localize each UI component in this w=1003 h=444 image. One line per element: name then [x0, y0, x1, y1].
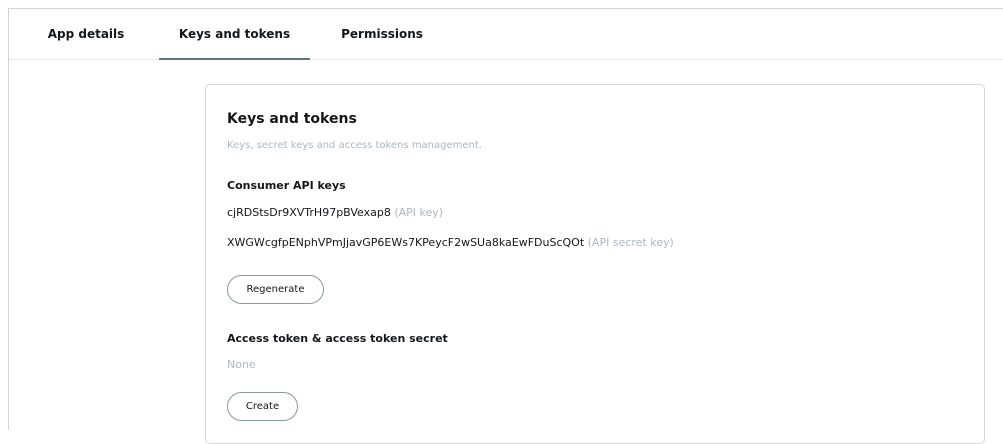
- consumer-api-keys-heading: Consumer API keys: [227, 179, 346, 192]
- regenerate-button[interactable]: Regenerate: [227, 275, 324, 304]
- api-secret-tag: (API secret key): [587, 236, 674, 249]
- tab-app-details[interactable]: App details: [31, 9, 141, 59]
- app-settings-panel: App details Keys and tokens Permissions …: [8, 8, 1003, 444]
- create-button[interactable]: Create: [227, 392, 298, 421]
- access-token-value: None: [227, 358, 256, 371]
- api-key-value: cjRDStsDr9XVTrH97pBVexap8: [227, 206, 391, 219]
- tab-bar: App details Keys and tokens Permissions: [9, 9, 1003, 60]
- api-key-tag: (API key): [394, 206, 444, 219]
- api-key-line: cjRDStsDr9XVTrH97pBVexap8 (API key): [227, 206, 443, 219]
- keys-and-tokens-card: Keys and tokens Keys, secret keys and ac…: [205, 84, 985, 444]
- access-token-heading: Access token & access token secret: [227, 332, 448, 345]
- tab-keys-and-tokens[interactable]: Keys and tokens: [159, 9, 310, 60]
- api-secret-line: XWGWcgfpENphVPmJjavGP6EWs7KPeycF2wSUa8ka…: [227, 236, 674, 249]
- card-subtitle: Keys, secret keys and access tokens mana…: [227, 140, 482, 151]
- card-title: Keys and tokens: [227, 111, 357, 127]
- api-secret-value: XWGWcgfpENphVPmJjavGP6EWs7KPeycF2wSUa8ka…: [227, 236, 585, 249]
- tab-permissions[interactable]: Permissions: [327, 9, 437, 59]
